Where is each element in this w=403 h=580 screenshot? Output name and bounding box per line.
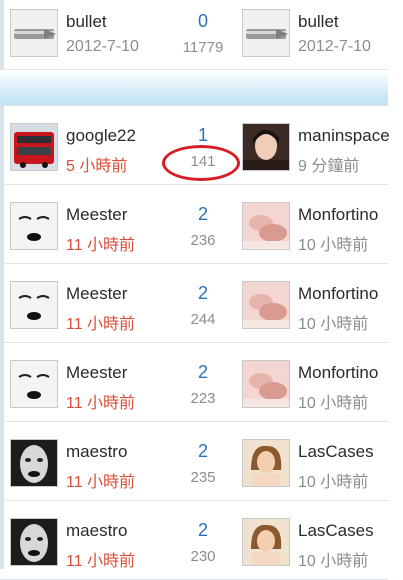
thread-row: maestro 11 小時前 2 235 LasCases 10 小時前 bbox=[0, 422, 388, 501]
post-time: 2012-7-10 bbox=[66, 38, 139, 55]
reply-count[interactable]: 0 bbox=[188, 11, 218, 32]
post-time: 11 小時前 bbox=[66, 237, 136, 254]
thread-row: Meester 11 小時前 2 244 Monfortino 10 小時前 bbox=[0, 264, 388, 343]
post-time: 11 小時前 bbox=[66, 553, 136, 570]
last-poster-link[interactable]: maninspace bbox=[298, 126, 390, 146]
last-post-time: 9 分鐘前 bbox=[298, 158, 360, 175]
thread-row: bullet 2012-7-10 0 11779 bullet 2012-7-1… bbox=[0, 0, 388, 70]
author-name-link[interactable]: Meester bbox=[66, 205, 127, 225]
girl-photo-icon[interactable] bbox=[242, 518, 290, 566]
view-count: 11779 bbox=[182, 39, 224, 56]
last-post-time: 2012-7-10 bbox=[298, 38, 371, 55]
reply-count[interactable]: 2 bbox=[188, 441, 218, 462]
reply-count[interactable]: 2 bbox=[188, 362, 218, 383]
view-count: 236 bbox=[190, 232, 216, 249]
thread-list: bullet 2012-7-10 0 11779 bullet 2012-7-1… bbox=[0, 0, 390, 580]
last-post-time: 10 小時前 bbox=[298, 474, 369, 491]
pink-photo-icon[interactable] bbox=[242, 360, 290, 408]
last-poster-link[interactable]: LasCases bbox=[298, 442, 374, 462]
last-poster-link[interactable]: bullet bbox=[298, 12, 339, 32]
girl-photo-icon[interactable] bbox=[242, 439, 290, 487]
thread-row: google22 5 小時前 1 141 maninspace 9 分鐘前 bbox=[0, 106, 390, 185]
bw-face-icon[interactable] bbox=[10, 439, 58, 487]
reply-count[interactable]: 1 bbox=[188, 125, 218, 146]
thread-row: maestro 11 小時前 2 230 LasCases 10 小時前 bbox=[0, 501, 388, 580]
post-time: 11 小時前 bbox=[66, 316, 136, 333]
reply-count[interactable]: 2 bbox=[188, 520, 218, 541]
bw-face-icon[interactable] bbox=[10, 518, 58, 566]
face-sketch-icon[interactable] bbox=[10, 202, 58, 250]
author-name-link[interactable]: bullet bbox=[66, 12, 107, 32]
face-sketch-icon[interactable] bbox=[10, 281, 58, 329]
author-name-link[interactable]: Meester bbox=[66, 284, 127, 304]
bus-icon[interactable] bbox=[10, 123, 58, 171]
author-name-link[interactable]: google22 bbox=[66, 126, 136, 146]
thread-row: Meester 11 小時前 2 223 Monfortino 10 小時前 bbox=[0, 343, 388, 422]
pink-photo-icon[interactable] bbox=[242, 202, 290, 250]
bullet-icon[interactable] bbox=[242, 9, 290, 57]
portrait-icon[interactable] bbox=[242, 123, 290, 171]
last-post-time: 10 小時前 bbox=[298, 237, 369, 254]
last-poster-link[interactable]: LasCases bbox=[298, 521, 374, 541]
view-count: 223 bbox=[190, 390, 216, 407]
last-poster-link[interactable]: Monfortino bbox=[298, 363, 378, 383]
face-sketch-icon[interactable] bbox=[10, 360, 58, 408]
view-count: 230 bbox=[190, 548, 216, 565]
post-time: 11 小時前 bbox=[66, 395, 136, 412]
thread-row: Meester 11 小時前 2 236 Monfortino 10 小時前 bbox=[0, 185, 388, 264]
last-poster-link[interactable]: Monfortino bbox=[298, 205, 378, 225]
bullet-icon[interactable] bbox=[10, 9, 58, 57]
post-time: 5 小時前 bbox=[66, 158, 128, 175]
author-name-link[interactable]: maestro bbox=[66, 442, 127, 462]
last-poster-link[interactable]: Monfortino bbox=[298, 284, 378, 304]
thread-list-page: bullet 2012-7-10 0 11779 bullet 2012-7-1… bbox=[0, 0, 403, 580]
separator-banner bbox=[0, 70, 388, 106]
last-post-time: 10 小時前 bbox=[298, 553, 369, 570]
post-time: 11 小時前 bbox=[66, 474, 136, 491]
reply-count[interactable]: 2 bbox=[188, 283, 218, 304]
view-count: 244 bbox=[190, 311, 216, 328]
last-post-time: 10 小時前 bbox=[298, 395, 369, 412]
pink-photo-icon[interactable] bbox=[242, 281, 290, 329]
last-post-time: 10 小時前 bbox=[298, 316, 369, 333]
author-name-link[interactable]: maestro bbox=[66, 521, 127, 541]
author-name-link[interactable]: Meester bbox=[66, 363, 127, 383]
reply-count[interactable]: 2 bbox=[188, 204, 218, 225]
view-count: 141 bbox=[190, 153, 216, 170]
view-count: 235 bbox=[190, 469, 216, 486]
